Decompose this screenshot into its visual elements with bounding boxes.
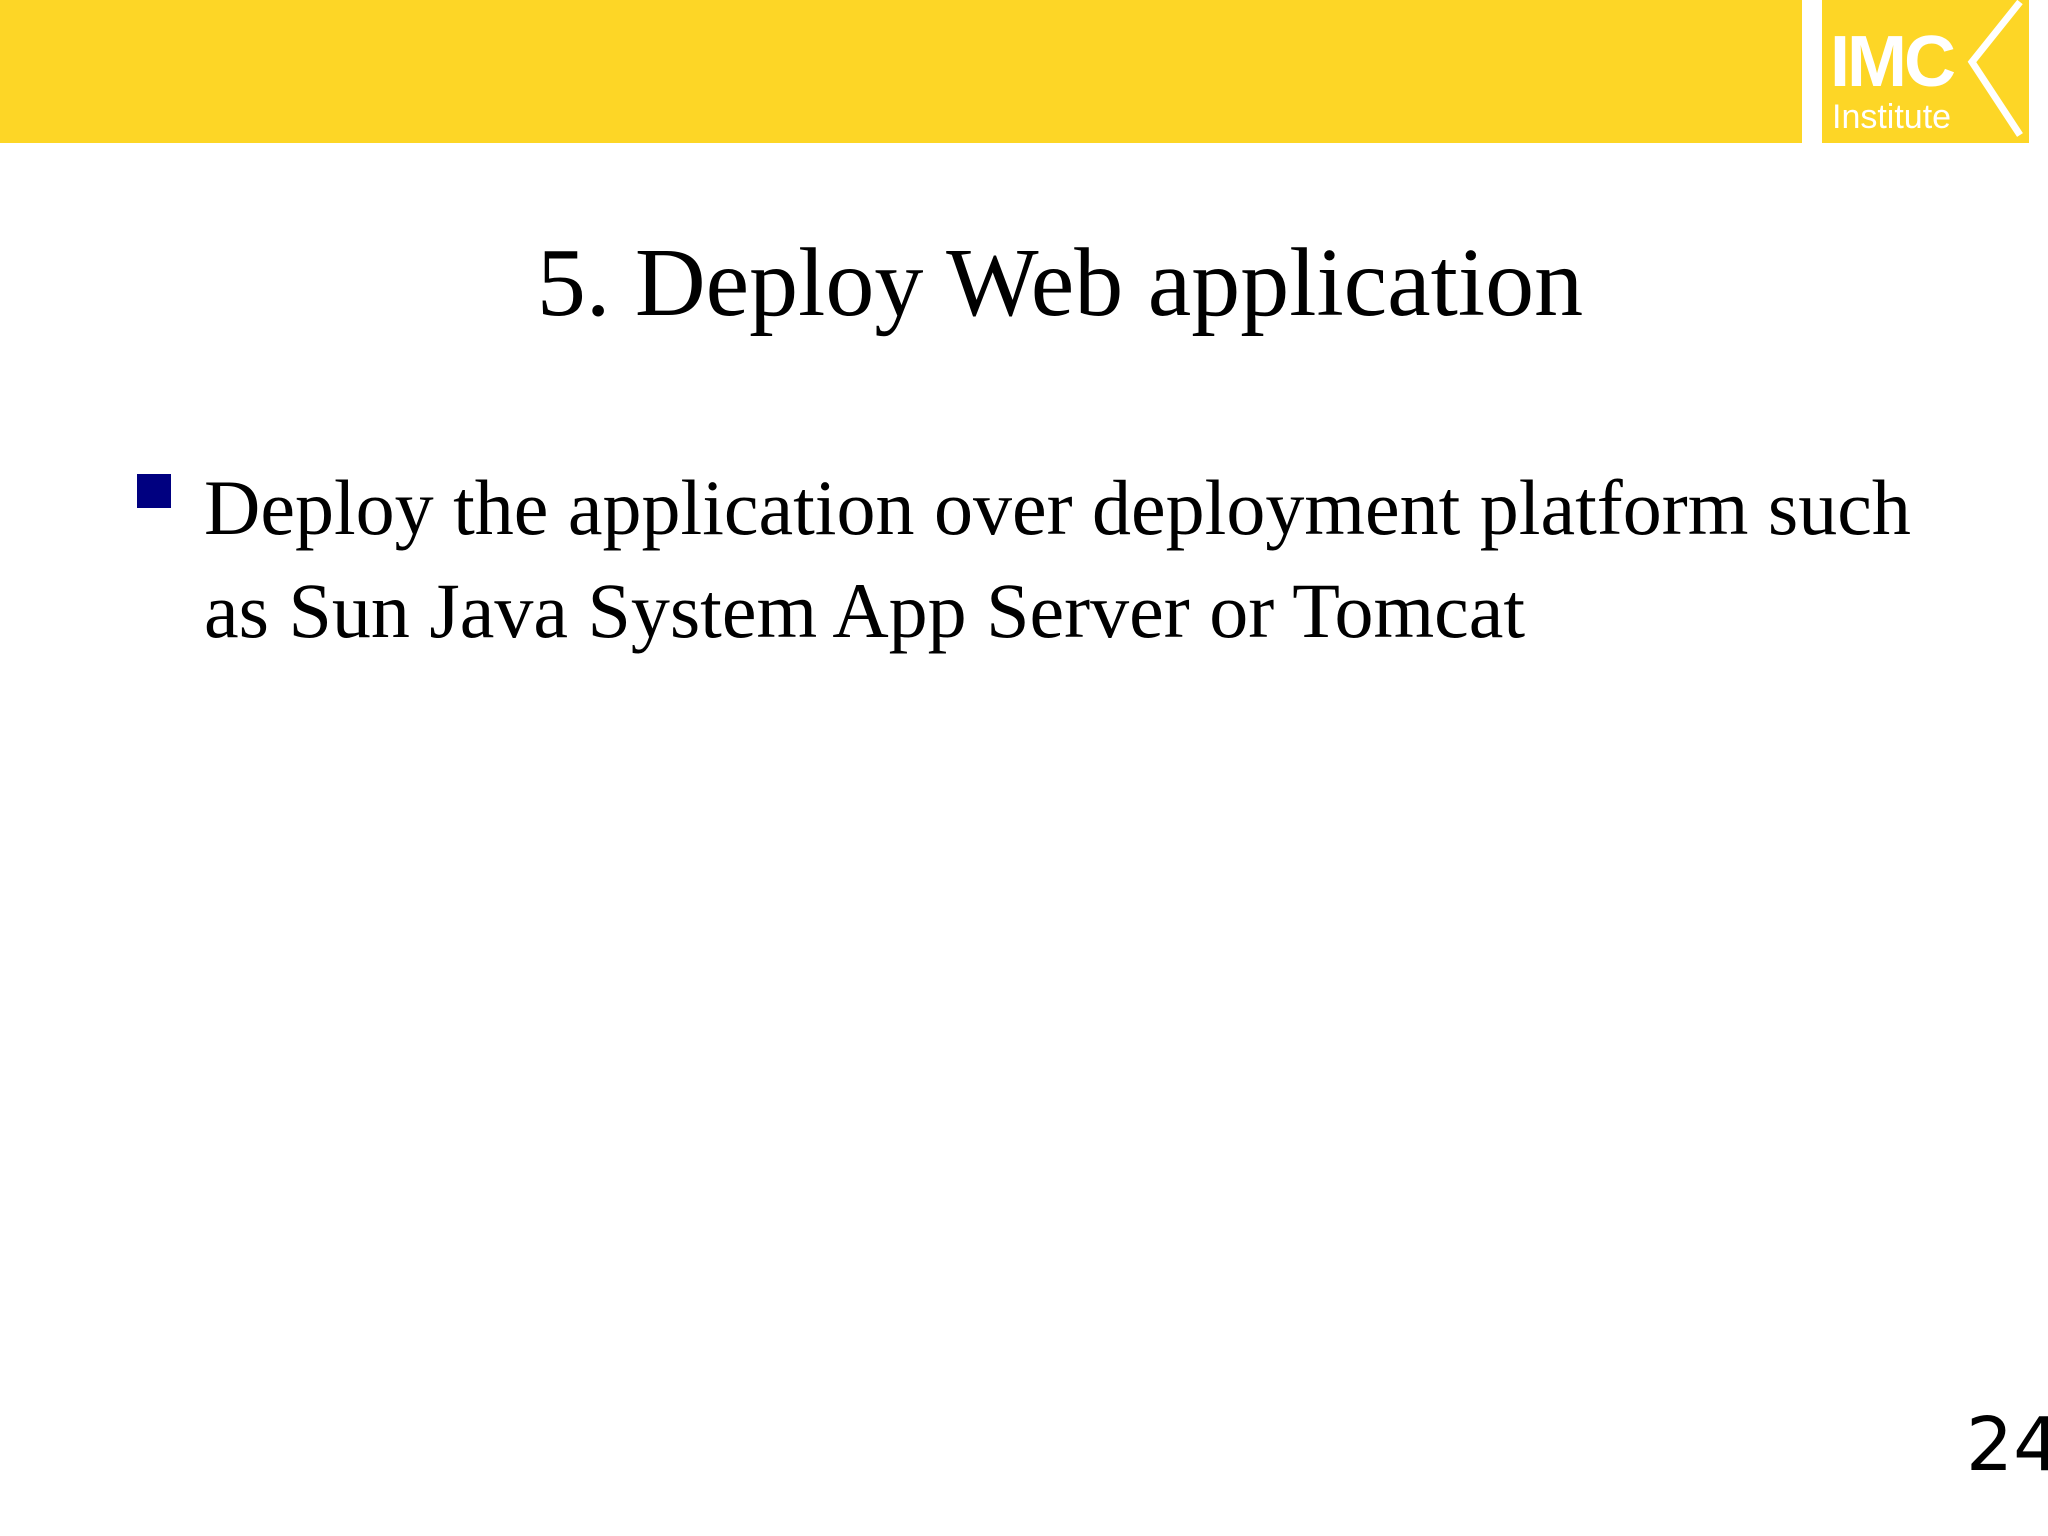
square-bullet-icon — [137, 474, 171, 508]
bullet-list: Deploy the application over deployment p… — [135, 456, 1995, 662]
imc-institute-logo: IMC Institute — [1822, 0, 2029, 143]
bullet-text: Deploy the application over deployment p… — [204, 464, 1911, 654]
logo-main-text: IMC — [1830, 22, 1956, 102]
logo-sub-text: Institute — [1832, 98, 1952, 136]
page-number: 24 — [1966, 1402, 2048, 1488]
bullet-item: Deploy the application over deployment p… — [135, 456, 1995, 662]
slide-title: 5. Deploy Web application — [536, 229, 1584, 337]
header-band — [0, 0, 1802, 143]
